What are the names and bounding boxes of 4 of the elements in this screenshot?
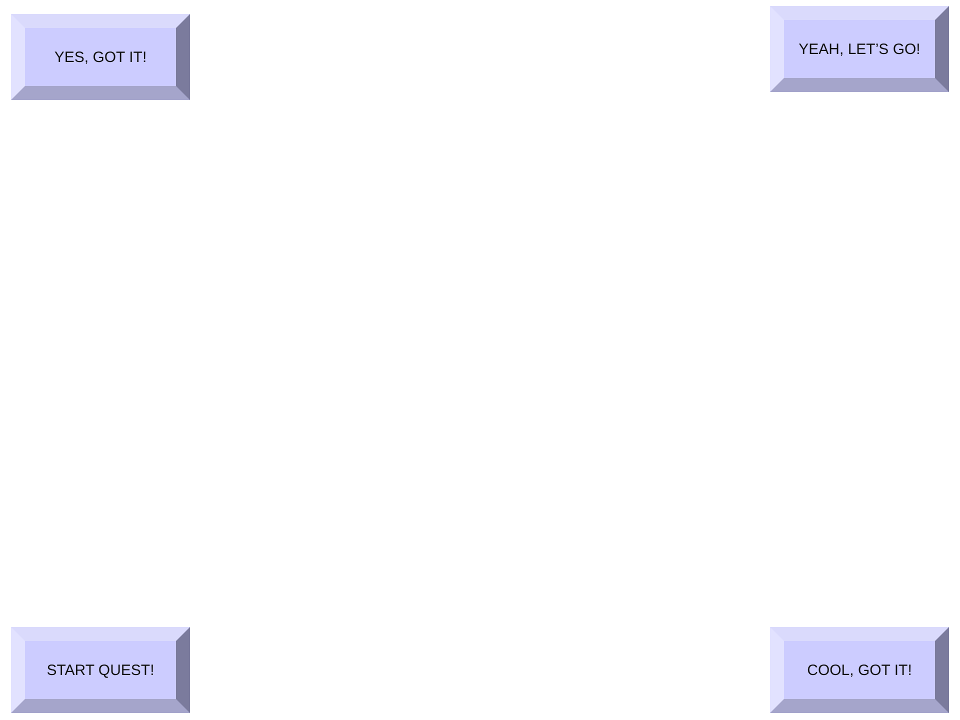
action-button[interactable]: YES, GOT IT! <box>11 14 190 100</box>
action-button[interactable]: YEAH, LET’S GO! <box>770 6 949 92</box>
action-button[interactable]: COOL, GOT IT! <box>770 627 949 713</box>
action-button[interactable]: START QUEST! <box>11 627 190 713</box>
